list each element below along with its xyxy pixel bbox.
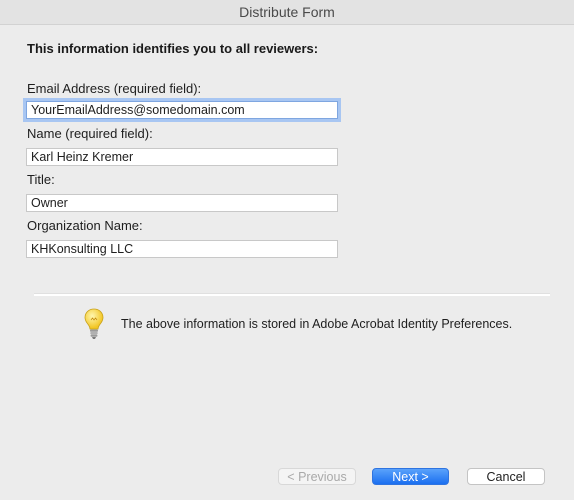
organization-field[interactable] <box>26 240 338 258</box>
lightbulb-icon <box>84 308 104 340</box>
title-field[interactable] <box>26 194 338 212</box>
previous-button[interactable]: < Previous <box>278 468 356 485</box>
next-button[interactable]: Next > <box>372 468 449 485</box>
cancel-button[interactable]: Cancel <box>467 468 545 485</box>
window-title: Distribute Form <box>239 4 335 20</box>
email-field[interactable] <box>26 101 338 119</box>
identity-info-text: The above information is stored in Adobe… <box>121 317 513 331</box>
name-label: Name (required field): <box>27 126 153 141</box>
name-field[interactable] <box>26 148 338 166</box>
separator <box>34 293 550 296</box>
form-heading: This information identifies you to all r… <box>27 41 319 56</box>
title-label: Title: <box>27 172 55 187</box>
title-bar: Distribute Form <box>0 0 574 25</box>
email-label: Email Address (required field): <box>27 81 202 96</box>
organization-label: Organization Name: <box>27 218 143 233</box>
